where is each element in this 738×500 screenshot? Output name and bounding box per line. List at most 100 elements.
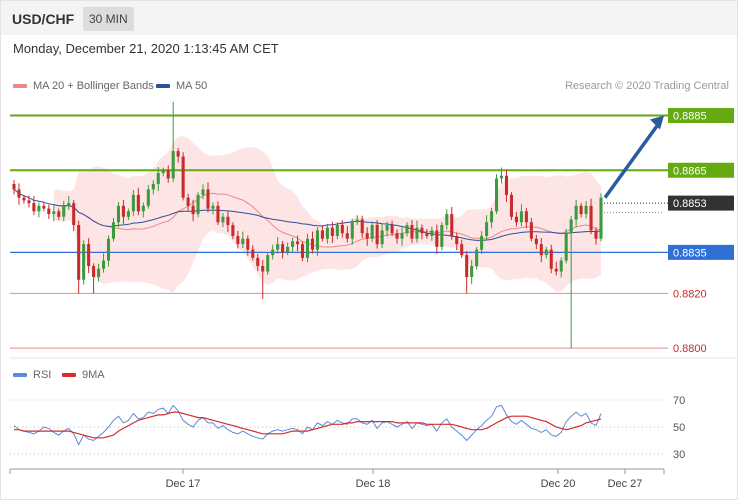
candle-body: [375, 225, 379, 245]
candle-body: [256, 257, 260, 267]
candle-body: [166, 170, 170, 179]
candle-body: [211, 205, 215, 209]
candle-body: [320, 230, 324, 239]
candle-body: [485, 222, 489, 236]
candle-body: [549, 249, 553, 269]
candle-body: [539, 244, 543, 256]
candle-body: [111, 222, 116, 239]
candle-body: [186, 197, 190, 206]
candle-body: [594, 230, 598, 239]
candle-body: [216, 205, 220, 223]
candle-body: [504, 175, 509, 195]
candle-body: [564, 233, 568, 261]
candle-body: [410, 225, 414, 239]
rsi-tick-70: 70: [673, 395, 685, 407]
candle-body: [27, 200, 31, 204]
candle-body: [350, 222, 354, 239]
candle-body: [345, 233, 349, 239]
candle-body: [395, 233, 399, 239]
candle-body: [57, 211, 61, 217]
candle-body: [141, 205, 145, 212]
x-tick-label: Dec 17: [166, 478, 201, 490]
candle-body: [584, 205, 588, 215]
candle-body: [276, 244, 280, 250]
candle-body: [305, 238, 310, 258]
candle-body: [161, 170, 165, 173]
candle-body: [494, 178, 499, 212]
candle-body: [569, 219, 573, 234]
candle-body: [579, 205, 583, 215]
price-tag-text-0.8865: 0.8865: [673, 165, 707, 177]
candle-body: [310, 238, 315, 250]
candle-body: [191, 205, 195, 215]
candle-body: [176, 151, 180, 157]
candle-body: [330, 227, 334, 236]
candle-body: [574, 205, 578, 220]
candle-body: [87, 244, 91, 267]
candle-body: [116, 205, 121, 223]
candle-body: [340, 225, 344, 234]
candle-body: [291, 241, 295, 247]
candle-body: [455, 235, 459, 245]
price-label-0.8800: 0.8800: [673, 343, 707, 355]
candle-body: [136, 194, 140, 212]
candle-body: [131, 194, 135, 212]
candle-body: [52, 211, 56, 215]
candle-body: [430, 230, 434, 236]
candle-body: [47, 208, 51, 215]
candle-body: [524, 211, 528, 223]
candle-body: [390, 225, 394, 234]
candle-body: [589, 205, 593, 231]
candle-body: [480, 235, 484, 250]
candle-body: [534, 238, 538, 245]
candle-body: [196, 194, 200, 215]
candle-body: [271, 249, 275, 256]
candle-body: [435, 230, 439, 247]
candle-body: [12, 183, 16, 190]
candle-body: [415, 227, 419, 239]
candle-body: [102, 260, 106, 269]
forecast-arrow-shaft: [603, 123, 660, 199]
candle-body: [221, 216, 225, 223]
candle-body: [246, 238, 250, 250]
candle-body: [82, 244, 86, 280]
candle-body: [499, 175, 504, 179]
candle-body: [171, 151, 175, 179]
candle-body: [97, 268, 101, 277]
candle-body: [281, 244, 285, 253]
candle-body: [420, 227, 424, 234]
candle-body: [370, 225, 374, 239]
candle-body: [92, 266, 96, 277]
x-tick-label: Dec 20: [541, 478, 576, 490]
candle-body: [440, 225, 444, 247]
candle-body: [151, 183, 155, 190]
candle-body: [296, 241, 300, 245]
candle-body: [554, 268, 558, 272]
candle-body: [146, 189, 150, 206]
candle-body: [156, 173, 160, 184]
candle-body: [470, 266, 474, 277]
candle-body: [231, 225, 235, 236]
candle-body: [400, 233, 404, 239]
candle-body: [445, 214, 449, 225]
candle-body: [286, 246, 290, 253]
candle-body: [325, 227, 329, 239]
candle-body: [32, 203, 36, 212]
rsi-tick-30: 30: [673, 449, 685, 461]
bollinger-band: [53, 136, 602, 293]
price-tag-text-0.8835: 0.8835: [673, 247, 707, 259]
x-tick-label: Dec 18: [356, 478, 391, 490]
candle-body: [67, 203, 71, 206]
price-tag-text-0.8885: 0.8885: [673, 111, 707, 123]
rsi-line: [13, 404, 602, 446]
candle-body: [360, 219, 364, 234]
candle-body: [126, 211, 130, 217]
rsi-tick-50: 50: [673, 422, 685, 434]
candle-body: [559, 260, 563, 272]
candle-body: [315, 230, 319, 250]
candle-body: [490, 211, 494, 223]
candle-body: [544, 249, 548, 256]
candle-body: [300, 244, 305, 258]
candle-body: [266, 255, 270, 272]
candle-body: [380, 230, 384, 245]
